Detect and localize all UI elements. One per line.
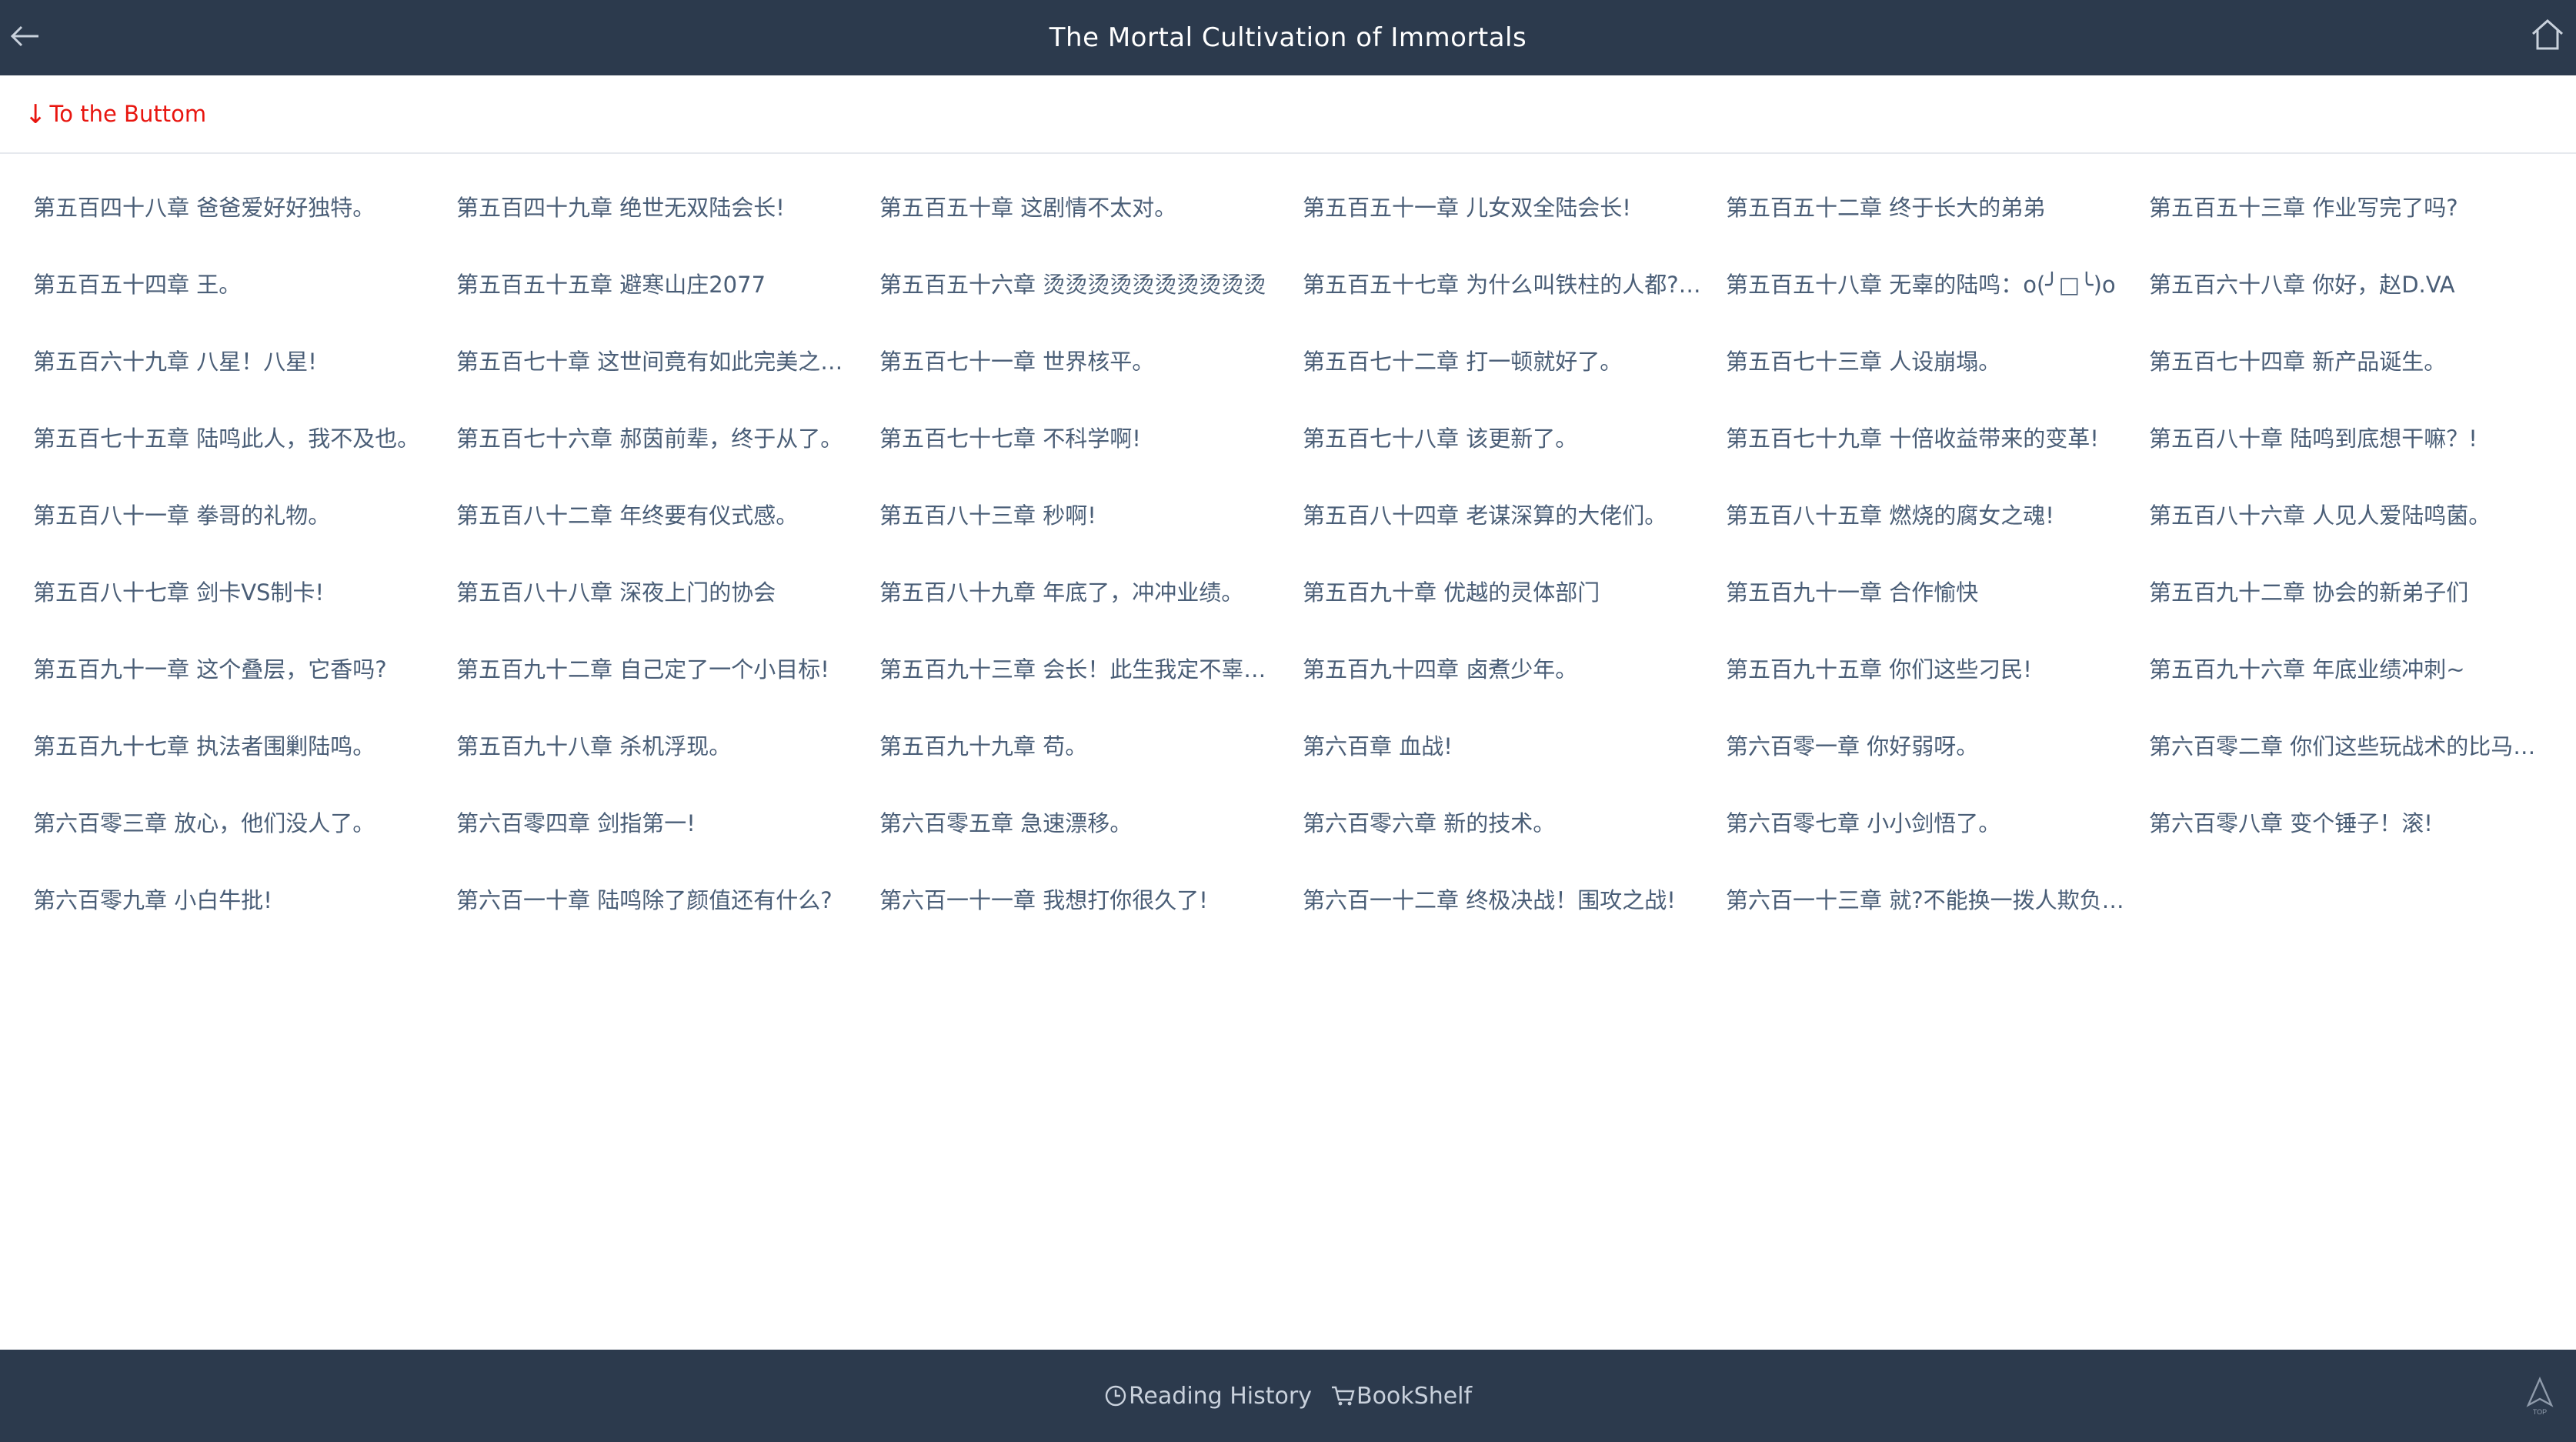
chapter-link[interactable]: 第五百八十章 陆鸣到底想干嘛？! xyxy=(2149,404,2557,481)
chapter-link[interactable]: 第五百八十一章 拳哥的礼物。 xyxy=(33,481,441,558)
chapter-link[interactable]: 第六百零九章 小白牛批! xyxy=(33,866,441,943)
chapter-link[interactable]: 第五百八十三章 秒啊! xyxy=(879,481,1287,558)
top-label: TOP xyxy=(2533,1408,2547,1416)
chapter-link[interactable]: 第五百五十四章 王。 xyxy=(33,250,441,327)
chapter-link[interactable]: 第六百零四章 剑指第一! xyxy=(456,789,864,866)
to-bottom-link[interactable]: ↓ To the Buttom xyxy=(25,98,207,130)
page-title: The Mortal Cultivation of Immortals xyxy=(1049,22,1527,53)
chapter-link[interactable]: 第五百五十七章 为什么叫铁柱的人都?是… xyxy=(1303,250,1710,327)
chapter-link[interactable]: 第五百九十三章 会长！此生我定不辜负… xyxy=(879,635,1287,712)
home-icon[interactable] xyxy=(2530,17,2565,52)
chapter-link[interactable]: 第五百七十四章 新产品诞生。 xyxy=(2149,327,2557,404)
chapter-link[interactable]: 第五百七十一章 世界核平。 xyxy=(879,327,1287,404)
chapter-link[interactable]: 第五百八十六章 人见人爱陆鸣菌。 xyxy=(2149,481,2557,558)
chapter-link[interactable]: 第六百一十三章 就?不能换一拨人欺负么… xyxy=(1726,866,2134,943)
chapter-link[interactable]: 第五百九十九章 苟。 xyxy=(879,712,1287,789)
chapter-link[interactable]: 第五百七十六章 郝茵前辈，终于从了。 xyxy=(456,404,864,481)
chapter-link[interactable]: 第五百七十三章 人设崩塌。 xyxy=(1726,327,2134,404)
chapter-link[interactable]: 第五百八十九章 年底了，冲冲业绩。 xyxy=(879,558,1287,635)
chapter-link[interactable]: 第六百一十二章 终极决战！围攻之战! xyxy=(1303,866,1710,943)
clock-icon xyxy=(1105,1385,1126,1407)
back-to-top-icon[interactable]: TOP xyxy=(2522,1376,2558,1417)
bookshelf-label: BookShelf xyxy=(1356,1382,1473,1410)
chapter-link[interactable]: 第五百七十八章 该更新了。 xyxy=(1303,404,1710,481)
chapter-link[interactable]: 第五百八十二章 年终要有仪式感。 xyxy=(456,481,864,558)
chapter-link[interactable]: 第五百五十章 这剧情不太对。 xyxy=(879,173,1287,250)
chapter-link[interactable]: 第五百四十八章 爸爸爱好好独特。 xyxy=(33,173,441,250)
chapter-link[interactable]: 第五百九十二章 协会的新弟子们 xyxy=(2149,558,2557,635)
chapter-link[interactable]: 第五百八十七章 剑卡VS制卡! xyxy=(33,558,441,635)
down-arrow-icon: ↓ xyxy=(25,99,47,130)
chapter-link[interactable]: 第五百九十八章 杀机浮现。 xyxy=(456,712,864,789)
chapter-link[interactable]: 第五百七十章 这世间竟有如此完美之人… xyxy=(456,327,864,404)
chapter-link[interactable]: 第六百零三章 放心，他们没人了。 xyxy=(33,789,441,866)
chapter-link[interactable]: 第五百七十二章 打一顿就好了。 xyxy=(1303,327,1710,404)
chapter-link[interactable]: 第五百五十三章 作业写完了吗? xyxy=(2149,173,2557,250)
top-bar: The Mortal Cultivation of Immortals xyxy=(0,0,2576,75)
chapter-link[interactable]: 第六百零五章 急速漂移。 xyxy=(879,789,1287,866)
chapter-link[interactable]: 第六百章 血战! xyxy=(1303,712,1710,789)
chapter-link[interactable]: 第五百四十九章 绝世无双陆会长! xyxy=(456,173,864,250)
chapter-link[interactable]: 第五百五十八章 无辜的陆鸣：o(╯□╰)o xyxy=(1726,250,2134,327)
chapter-link[interactable]: 第六百零六章 新的技术。 xyxy=(1303,789,1710,866)
chapter-link[interactable]: 第六百零一章 你好弱呀。 xyxy=(1726,712,2134,789)
chapter-link[interactable]: 第五百五十一章 儿女双全陆会长! xyxy=(1303,173,1710,250)
chapter-list: 第五百四十八章 爸爸爱好好独特。 第五百四十九章 绝世无双陆会长! 第五百五十章 这… xyxy=(33,173,2572,943)
chapter-link[interactable]: 第五百七十五章 陆鸣此人，我不及也。 xyxy=(33,404,441,481)
chapter-link[interactable]: 第五百九十五章 你们这些刁民! xyxy=(1726,635,2134,712)
chapter-link[interactable]: 第五百五十五章 避寒山庄2077 xyxy=(456,250,864,327)
chapter-link[interactable]: 第六百零八章 变个锤子！滚! xyxy=(2149,789,2557,866)
chapter-link[interactable]: 第六百一十章 陆鸣除了颜值还有什么? xyxy=(456,866,864,943)
reading-history-label: Reading History xyxy=(1128,1382,1312,1410)
chapter-link[interactable]: 第五百八十五章 燃烧的腐女之魂! xyxy=(1726,481,2134,558)
to-bottom-label: To the Buttom xyxy=(49,101,207,127)
chapter-link[interactable]: 第五百八十八章 深夜上门的协会 xyxy=(456,558,864,635)
chapter-link[interactable]: 第六百一十一章 我想打你很久了! xyxy=(879,866,1287,943)
chapter-link[interactable]: 第五百九十四章 卤煮少年。 xyxy=(1303,635,1710,712)
chapter-link[interactable]: 第六百零七章 小小剑悟了。 xyxy=(1726,789,2134,866)
chapter-link[interactable]: 第五百九十一章 合作愉快 xyxy=(1726,558,2134,635)
chapter-link[interactable]: 第五百七十九章 十倍收益带来的变革! xyxy=(1726,404,2134,481)
chapter-link[interactable]: 第五百五十六章 烫烫烫烫烫烫烫烫烫烫 xyxy=(879,250,1287,327)
chapter-link[interactable]: 第六百零二章 你们这些玩战术的比马桶… xyxy=(2149,712,2557,789)
cart-icon xyxy=(1331,1386,1355,1406)
chapter-link[interactable]: 第五百六十八章 你好，赵D.VA xyxy=(2149,250,2557,327)
bookshelf-link[interactable]: BookShelf xyxy=(1330,1383,1472,1410)
chapter-link[interactable]: 第五百五十二章 终于长大的弟弟 xyxy=(1726,173,2134,250)
divider xyxy=(0,152,2576,154)
chapter-link[interactable]: 第五百九十一章 这个叠层，它香吗? xyxy=(33,635,441,712)
chapter-link[interactable]: 第五百九十七章 执法者围剿陆鸣。 xyxy=(33,712,441,789)
chapter-link[interactable]: 第五百九十二章 自己定了一个小目标! xyxy=(456,635,864,712)
chapter-link[interactable]: 第五百七十七章 不科学啊! xyxy=(879,404,1287,481)
reading-history-link[interactable]: Reading History xyxy=(1104,1383,1312,1410)
chapter-link[interactable]: 第五百九十六章 年底业绩冲刺~ xyxy=(2149,635,2557,712)
chapter-link[interactable]: 第五百八十四章 老谋深算的大佬们。 xyxy=(1303,481,1710,558)
bottom-bar: Reading History BookShelf TOP xyxy=(0,1350,2576,1442)
chapter-link[interactable]: 第五百六十九章 八星！八星! xyxy=(33,327,441,404)
chapter-link[interactable]: 第五百九十章 优越的灵体部门 xyxy=(1303,558,1710,635)
